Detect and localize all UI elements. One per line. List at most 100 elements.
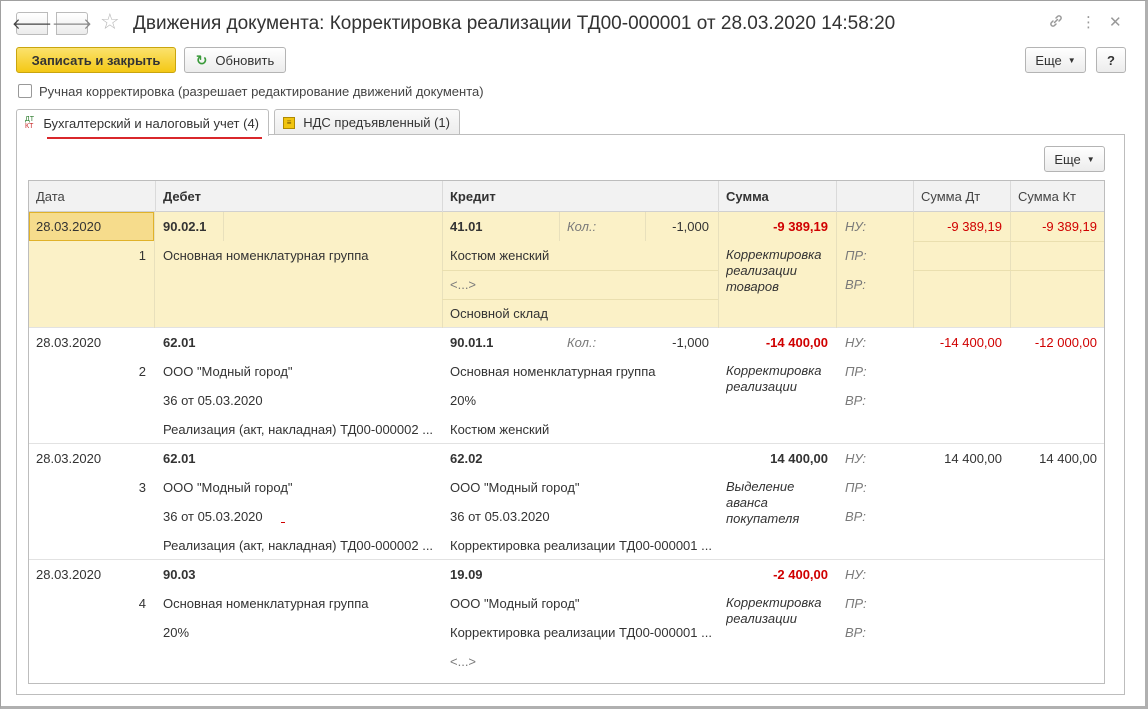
red-mark xyxy=(281,522,285,523)
arrow-left-icon: 🡐 xyxy=(11,16,53,33)
movements-table[interactable]: Дата Дебет Кредит Сумма Сумма Дт Сумма К… xyxy=(28,180,1105,684)
vr-label: ВР: xyxy=(845,277,866,292)
manual-correction-checkbox[interactable] xyxy=(18,84,32,98)
credit-subconto: Костюм женский xyxy=(450,248,550,263)
vr-label: ВР: xyxy=(845,393,866,408)
forward-button[interactable]: 🡒 xyxy=(52,12,92,35)
nu-label: НУ: xyxy=(845,567,867,582)
qty-value: -1,000 xyxy=(672,219,709,234)
back-button[interactable]: 🡐 xyxy=(12,12,52,35)
vr-label: ВР: xyxy=(845,509,866,524)
credit-subconto: ООО "Модный город" xyxy=(450,596,580,611)
link-icon[interactable] xyxy=(1048,13,1064,35)
more-vertical-icon[interactable]: ⋮ xyxy=(1081,13,1096,33)
debit-account: 62.01 xyxy=(163,451,196,466)
sum-kt: -9 389,19 xyxy=(1042,219,1097,234)
qty-label: Кол.: xyxy=(567,335,597,350)
header-empty xyxy=(836,181,913,212)
row-number: 4 xyxy=(138,596,146,611)
credit-account: 41.01 xyxy=(450,219,483,234)
pr-label: ПР: xyxy=(845,480,867,495)
row-date: 28.03.2020 xyxy=(36,219,102,234)
debit-subconto: Основная номенклатурная группа xyxy=(163,596,369,611)
nu-label: НУ: xyxy=(845,451,867,466)
dropdown-arrow-icon: ▼ xyxy=(1067,55,1076,65)
debit-account: 90.03 xyxy=(163,567,196,582)
row-note: Корректировка реализации xyxy=(726,595,822,626)
nu-label: НУ: xyxy=(845,335,867,350)
debit-subconto: Реализация (акт, накладная) ТД00-000002 … xyxy=(163,538,434,553)
row-number: 3 xyxy=(138,480,146,495)
debit-account: 90.02.1 xyxy=(163,219,207,234)
vat-icon: ≡ xyxy=(283,116,296,129)
tab-accounting-label: Бухгалтерский и налоговый учет (4) xyxy=(43,115,259,131)
tab-accounting[interactable]: ДТ КТ Бухгалтерский и налоговый учет (4) xyxy=(16,109,269,136)
debit-subconto: ООО "Модный город" xyxy=(163,480,293,495)
header-date[interactable]: Дата xyxy=(29,181,155,212)
row-number: 1 xyxy=(138,248,146,263)
vr-label: ВР: xyxy=(845,625,866,640)
more-menu-button[interactable]: Еще ▼ xyxy=(1025,47,1086,73)
credit-subconto: <...> xyxy=(450,654,477,669)
row-date: 28.03.2020 xyxy=(36,451,102,466)
row-note: Корректировка реализации товаров xyxy=(726,247,822,294)
sum-kt: -12 000,00 xyxy=(1034,335,1097,350)
panel-more-button[interactable]: Еще ▼ xyxy=(1044,146,1105,172)
help-button[interactable]: ? xyxy=(1096,47,1126,73)
save-and-close-button[interactable]: Записать и закрыть xyxy=(16,47,176,73)
credit-account: 90.01.1 xyxy=(450,335,494,350)
dropdown-arrow-icon: ▼ xyxy=(1086,154,1095,164)
credit-subconto: Основная номенклатурная группа xyxy=(450,364,656,379)
favorite-star-icon[interactable]: ☆ xyxy=(100,10,120,34)
sum-dt xyxy=(913,560,1002,589)
pr-label: ПР: xyxy=(845,364,867,379)
row-date: 28.03.2020 xyxy=(36,335,102,350)
table-row[interactable]: 28.03.2020 4 90.03 Основная номенклатурн… xyxy=(29,560,1104,676)
pr-label: ПР: xyxy=(845,248,867,263)
pr-label: ПР: xyxy=(845,596,867,611)
credit-subconto: ООО "Модный город" xyxy=(450,480,580,495)
credit-subconto: 36 от 05.03.2020 xyxy=(450,509,550,524)
sum-kt xyxy=(1010,560,1097,589)
row-date: 28.03.2020 xyxy=(36,567,102,582)
credit-subconto: Основной склад xyxy=(450,306,548,321)
refresh-button[interactable]: ↻ Обновить xyxy=(184,47,286,73)
close-icon[interactable]: ✕ xyxy=(1109,13,1122,33)
tab-vat-label: НДС предъявленный (1) xyxy=(303,115,450,130)
header-sum-dt[interactable]: Сумма Дт xyxy=(913,181,1010,212)
row-note: Выделение аванса покупателя xyxy=(726,479,800,526)
header-sum[interactable]: Сумма xyxy=(718,181,836,212)
credit-subconto: Корректировка реализации ТД00-000001 ... xyxy=(450,625,712,640)
credit-subconto: <...> xyxy=(450,277,477,292)
row-sum: -9 389,19 xyxy=(773,219,828,234)
refresh-label: Обновить xyxy=(215,52,275,68)
table-row[interactable]: 28.03.2020 2 62.01 ООО "Модный город" 36… xyxy=(29,328,1104,444)
sum-dt: -9 389,19 xyxy=(947,219,1002,234)
sum-dt: -14 400,00 xyxy=(939,335,1002,350)
arrow-right-icon: 🡒 xyxy=(51,16,93,33)
table-row[interactable]: 28.03.2020 1 90.02.1 Основная номенклату… xyxy=(29,212,1104,328)
credit-subconto: Костюм женский xyxy=(450,422,550,437)
debit-subconto: ООО "Модный город" xyxy=(163,364,293,379)
credit-subconto: 20% xyxy=(450,393,477,408)
debit-account: 62.01 xyxy=(163,335,196,350)
panel-more-label: Еще xyxy=(1054,151,1081,167)
row-sum: -14 400,00 xyxy=(765,335,828,350)
debit-subconto: 20% xyxy=(163,625,190,640)
table-row[interactable]: 28.03.2020 3 62.01 ООО "Модный город" 36… xyxy=(29,444,1104,560)
row-note: Корректировка реализации xyxy=(726,363,822,394)
debit-subconto: 36 от 05.03.2020 xyxy=(163,393,263,408)
credit-subconto: Корректировка реализации ТД00-000001 ... xyxy=(450,538,712,553)
debit-subconto: Основная номенклатурная группа xyxy=(163,248,369,263)
credit-account: 62.02 xyxy=(450,451,483,466)
credit-account: 19.09 xyxy=(450,567,483,582)
document-movements-window: 🡐 🡒 ☆ Движения документа: Корректировка … xyxy=(0,0,1148,709)
more-label: Еще xyxy=(1035,52,1062,68)
header-sum-kt[interactable]: Сумма Кт xyxy=(1010,181,1104,212)
header-credit[interactable]: Кредит xyxy=(442,181,718,212)
manual-correction-label[interactable]: Ручная корректировка (разрешает редактир… xyxy=(39,84,484,99)
window-title: Движения документа: Корректировка реализ… xyxy=(133,13,896,34)
nu-label: НУ: xyxy=(845,219,867,234)
header-debit[interactable]: Дебет xyxy=(155,181,442,212)
tab-vat[interactable]: ≡ НДС предъявленный (1) xyxy=(274,109,460,135)
